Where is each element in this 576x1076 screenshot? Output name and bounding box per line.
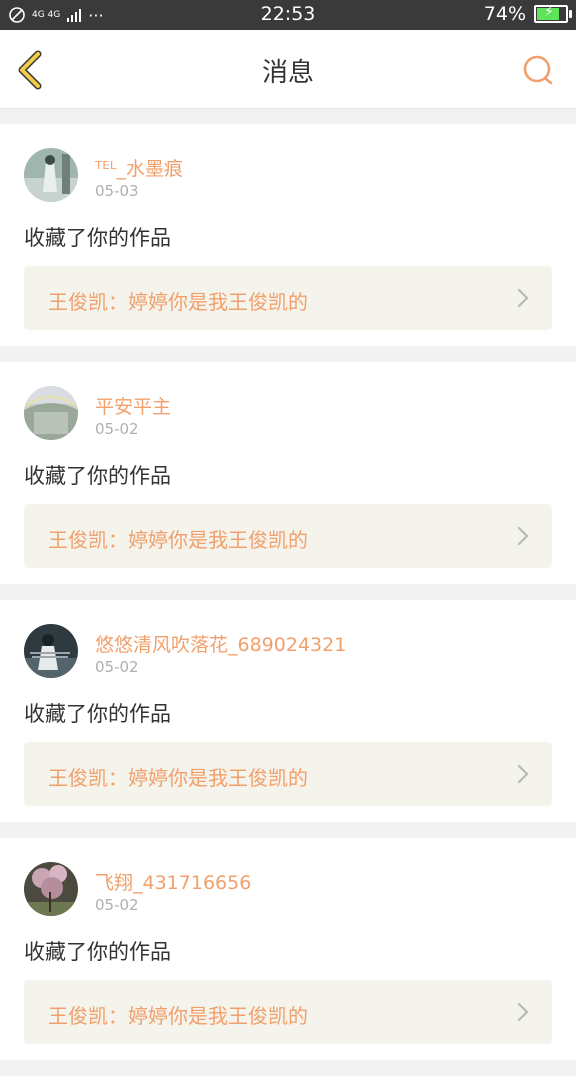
message-card[interactable]: 飞翔_431716656 05-02 收藏了你的作品 王俊凯：婷婷你是我王俊凯的 — [0, 838, 576, 1060]
chevron-right-icon — [517, 764, 529, 784]
action-text: 收藏了你的作品 — [24, 702, 171, 726]
status-bar: 4G 4G ··· 22:53 74% ⚡ — [0, 0, 576, 30]
avatar[interactable] — [24, 624, 78, 678]
search-icon — [523, 55, 553, 85]
action-text: 收藏了你的作品 — [24, 226, 171, 250]
work-title: 王俊凯：婷婷你是我王俊凯的 — [48, 290, 308, 314]
battery-icon: ⚡ — [534, 4, 572, 23]
work-link[interactable]: 王俊凯：婷婷你是我王俊凯的 — [24, 504, 552, 568]
work-title: 王俊凯：婷婷你是我王俊凯的 — [48, 1004, 308, 1028]
username[interactable]: 飞翔_431716656 — [95, 868, 251, 895]
action-text: 收藏了你的作品 — [24, 940, 171, 964]
avatar[interactable] — [24, 148, 78, 202]
message-card[interactable]: ᵀᴱᴸ_水墨痕 05-03 收藏了你的作品 王俊凯：婷婷你是我王俊凯的 — [0, 124, 576, 346]
work-link[interactable]: 王俊凯：婷婷你是我王俊凯的 — [24, 742, 552, 806]
message-date: 05-02 — [95, 896, 139, 914]
message-date: 05-02 — [95, 658, 139, 676]
username[interactable]: ᵀᴱᴸ_水墨痕 — [95, 154, 183, 181]
chevron-right-icon — [517, 1002, 529, 1022]
chevron-right-icon — [517, 526, 529, 546]
work-link[interactable]: 王俊凯：婷婷你是我王俊凯的 — [24, 266, 552, 330]
work-link[interactable]: 王俊凯：婷婷你是我王俊凯的 — [24, 980, 552, 1044]
message-date: 05-02 — [95, 420, 139, 438]
action-text: 收藏了你的作品 — [24, 464, 171, 488]
message-date: 05-03 — [95, 182, 139, 200]
app-header: 消息 — [0, 30, 576, 109]
message-card[interactable]: 悠悠清风吹落花_689024321 05-02 收藏了你的作品 王俊凯：婷婷你是… — [0, 600, 576, 822]
message-list: ᵀᴱᴸ_水墨痕 05-03 收藏了你的作品 王俊凯：婷婷你是我王俊凯的 平安平主… — [0, 124, 576, 1076]
username[interactable]: 平安平主 — [95, 392, 171, 419]
work-title: 王俊凯：婷婷你是我王俊凯的 — [48, 766, 308, 790]
charging-icon: ⚡ — [544, 4, 554, 20]
avatar[interactable] — [24, 386, 78, 440]
message-card[interactable]: 平安平主 05-02 收藏了你的作品 王俊凯：婷婷你是我王俊凯的 — [0, 362, 576, 584]
avatar[interactable] — [24, 862, 78, 916]
status-right: 74% ⚡ — [483, 3, 572, 25]
username[interactable]: 悠悠清风吹落花_689024321 — [95, 630, 346, 657]
battery-percent: 74% — [483, 3, 526, 25]
work-title: 王俊凯：婷婷你是我王俊凯的 — [48, 528, 308, 552]
page-title: 消息 — [261, 58, 314, 88]
search-button[interactable] — [520, 52, 556, 88]
chevron-right-icon — [517, 288, 529, 308]
